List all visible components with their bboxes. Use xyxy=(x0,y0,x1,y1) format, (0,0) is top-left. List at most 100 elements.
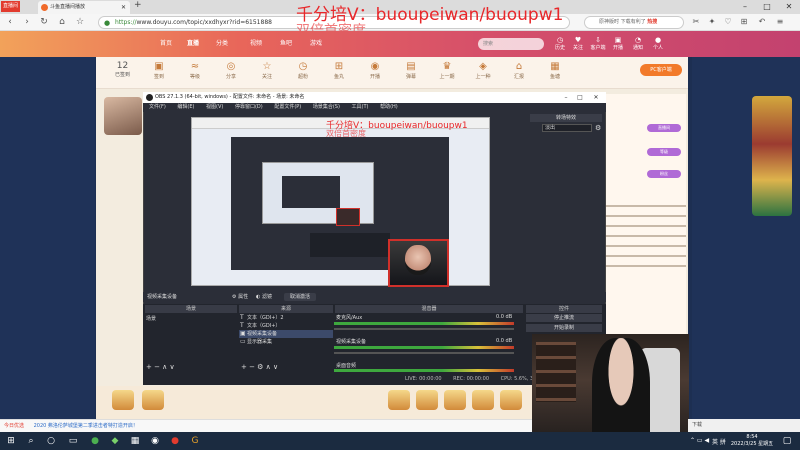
gear-icon[interactable]: ⚙ xyxy=(595,124,601,132)
close-tab-icon[interactable]: ✕ xyxy=(121,1,126,14)
nav-video[interactable]: 视频 xyxy=(250,38,262,47)
source-row[interactable]: ▣ 视频采集设备 xyxy=(239,330,333,338)
close-window-icon[interactable]: ✕ xyxy=(778,0,800,14)
volume-slider[interactable] xyxy=(334,352,514,354)
transition-select[interactable]: 淡出 xyxy=(542,124,592,132)
news-headline[interactable]: 2020 弗洛伦萨城堡第二季进击者特打造开启！ xyxy=(34,423,138,429)
obs-close-icon[interactable]: ✕ xyxy=(590,92,602,103)
wechat-app-icon[interactable]: ◆ xyxy=(108,434,122,448)
menu-docks[interactable]: 停靠窗口(D) xyxy=(235,104,263,110)
undo-icon[interactable]: ↶ xyxy=(756,16,768,28)
nav-fishbar[interactable]: 鱼吧 xyxy=(280,38,292,47)
browser-tab[interactable]: 斗鱼直播间播放 ✕ xyxy=(38,1,130,14)
task-item[interactable]: ☆ 关注 xyxy=(252,60,282,80)
history-button[interactable]: ◷ 历史 xyxy=(552,36,568,51)
nav-home[interactable]: 首页 xyxy=(160,38,172,47)
new-tab-icon[interactable]: + xyxy=(134,0,142,10)
task-item[interactable]: ▤ 弹幕 xyxy=(396,60,426,80)
forward-icon[interactable]: › xyxy=(20,16,34,29)
side-ad-banner[interactable] xyxy=(752,96,792,216)
chat-tag[interactable]: 粉丝 xyxy=(647,170,681,178)
browser-search-box[interactable]: 原神版时 下载有利了 热搜 xyxy=(584,16,684,29)
add-remove-controls[interactable]: + − ∧ ∨ xyxy=(146,363,175,371)
task-item[interactable]: ◎ 分享 xyxy=(216,60,246,80)
douyu-app-icon[interactable]: ● xyxy=(168,434,182,448)
task-item[interactable]: ⊞ 鱼丸 xyxy=(324,60,354,80)
reload-icon[interactable]: ↻ xyxy=(37,16,51,29)
tray-icons[interactable]: ⌃ ▭ ◀ xyxy=(690,437,709,444)
scene-item[interactable]: 场景 xyxy=(146,315,156,322)
chat-tag[interactable]: 等级 xyxy=(647,148,681,156)
menu-file[interactable]: 文件(F) xyxy=(149,104,166,110)
browser-app-icon[interactable]: ● xyxy=(88,434,102,448)
streamer-avatar[interactable] xyxy=(104,97,142,135)
gift-item[interactable] xyxy=(500,390,522,410)
task-item[interactable]: ⌂ 汇报 xyxy=(504,60,534,80)
obs-maximize-icon[interactable]: □ xyxy=(574,92,586,103)
game-app-icon[interactable]: G xyxy=(188,434,202,448)
source-controls[interactable]: + − ⚙ ∧ ∨ xyxy=(241,363,278,371)
extension-icon[interactable]: ✦ xyxy=(706,16,718,28)
menu-icon[interactable]: ≡ xyxy=(774,16,786,28)
home-icon[interactable]: ⌂ xyxy=(55,16,69,29)
windows-start-icon[interactable]: ⊞ xyxy=(4,434,18,448)
file-explorer-icon[interactable]: ▭ xyxy=(66,434,80,448)
profile-button[interactable]: ● 个人 xyxy=(650,36,666,51)
input-method[interactable]: 英 拼 xyxy=(712,437,726,446)
task-view-icon[interactable]: ○ xyxy=(44,434,58,448)
app-icon[interactable]: ▦ xyxy=(128,434,142,448)
source-row[interactable]: ▭ 显示器采集 xyxy=(239,338,333,346)
stop-streaming-button[interactable]: 停止推流 xyxy=(526,314,602,322)
nav-live[interactable]: 直播 xyxy=(187,38,199,47)
task-item[interactable]: ≈ 等级 xyxy=(180,60,210,80)
source-row[interactable]: T 文本（GDI+）2 xyxy=(239,314,333,322)
client-button[interactable]: ⇩ 客户端 xyxy=(590,36,606,51)
scissors-icon[interactable]: ✂ xyxy=(690,16,702,28)
heart-icon[interactable]: ♡ xyxy=(722,16,734,28)
back-icon[interactable]: ‹ xyxy=(3,16,17,29)
volume-slider[interactable] xyxy=(334,328,514,330)
menu-help[interactable]: 帮助(H) xyxy=(380,104,398,110)
task-item[interactable]: ◉ 开播 xyxy=(360,60,390,80)
gift-item[interactable] xyxy=(472,390,494,410)
search-icon[interactable]: ⌕ xyxy=(24,434,38,448)
task-item[interactable]: ♛ 上一期 xyxy=(432,60,462,80)
grid-icon[interactable]: ⊞ xyxy=(738,16,750,28)
minimize-window-icon[interactable]: – xyxy=(734,0,756,14)
gift-item[interactable] xyxy=(142,390,164,410)
system-clock[interactable]: 8:54 2022/3/25 星期五 xyxy=(730,434,774,448)
deactivate-button[interactable]: 取消激活 xyxy=(284,293,317,301)
obs-app-icon[interactable]: ◉ xyxy=(148,434,162,448)
gift-item[interactable] xyxy=(388,390,410,410)
menu-scene-collection[interactable]: 场景集合(S) xyxy=(313,104,340,110)
menu-profile[interactable]: 配置文件(P) xyxy=(274,104,301,110)
nav-games[interactable]: 游戏 xyxy=(310,38,322,47)
sign-in-date[interactable]: 12 已签到 xyxy=(115,62,130,80)
site-search-input[interactable]: 搜索 xyxy=(478,38,544,50)
pc-client-button[interactable]: PC客户端 xyxy=(640,64,682,76)
task-item[interactable]: ◈ 上一种 xyxy=(468,60,498,80)
follow-button[interactable]: ♥ 关注 xyxy=(570,36,586,51)
notify-button[interactable]: ◔ 通知 xyxy=(630,36,646,51)
gift-item[interactable] xyxy=(444,390,466,410)
obs-minimize-icon[interactable]: – xyxy=(560,92,572,103)
task-item[interactable]: ◷ 超粉 xyxy=(288,60,318,80)
star-icon[interactable]: ☆ xyxy=(73,16,87,29)
source-row[interactable]: T 文本（GDI+） xyxy=(239,322,333,330)
filters-button[interactable]: ◐ 滤镜 xyxy=(256,293,272,301)
maximize-window-icon[interactable]: □ xyxy=(756,0,778,14)
task-item[interactable]: ▦ 鱼塘 xyxy=(540,60,570,80)
download-label[interactable]: 下载 xyxy=(692,422,702,428)
menu-view[interactable]: 视图(V) xyxy=(206,104,223,110)
menu-tools[interactable]: 工具(T) xyxy=(352,104,369,110)
nav-category[interactable]: 分类 xyxy=(216,38,228,47)
start-recording-button[interactable]: 开始录制 xyxy=(526,324,602,332)
menu-edit[interactable]: 编辑(E) xyxy=(177,104,194,110)
chat-tag[interactable]: 直播间 xyxy=(647,124,681,132)
gift-item[interactable] xyxy=(112,390,134,410)
properties-button[interactable]: ⚙ 属性 xyxy=(232,293,248,301)
notification-icon[interactable]: ▢ xyxy=(780,434,794,448)
broadcast-button[interactable]: ▣ 开播 xyxy=(610,36,626,51)
gift-item[interactable] xyxy=(416,390,438,410)
task-item[interactable]: ▣ 签到 xyxy=(144,60,174,80)
